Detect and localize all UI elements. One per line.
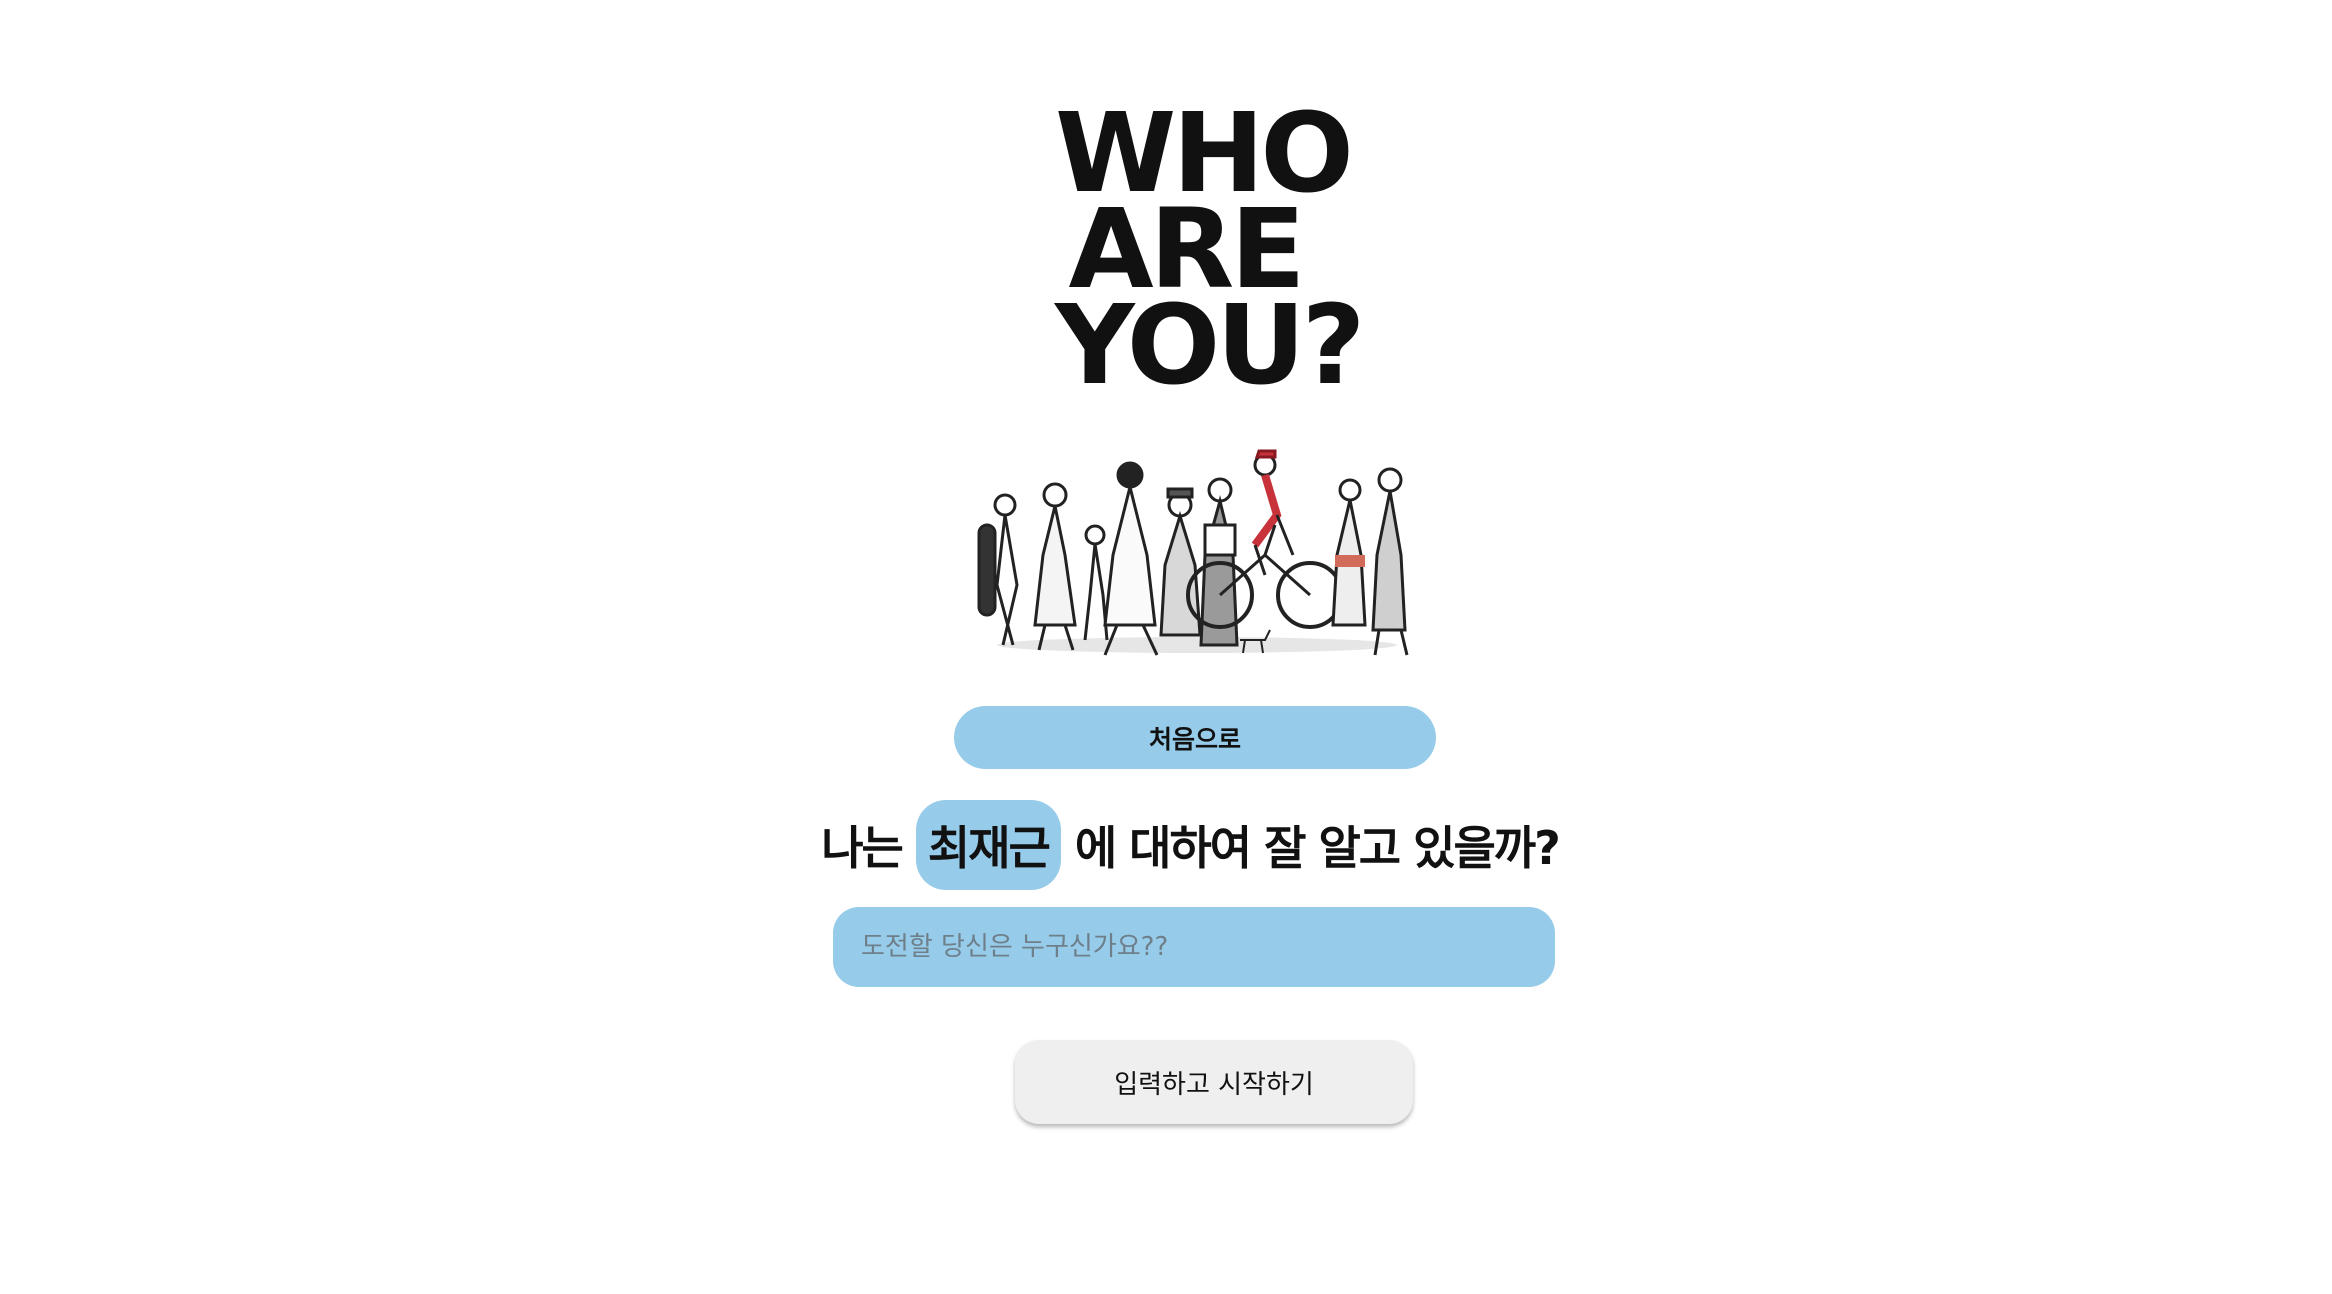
subject-name-badge: 최재근 <box>915 800 1061 890</box>
home-button[interactable]: 처음으로 <box>954 706 1436 769</box>
start-button[interactable]: 입력하고 시작하기 <box>1015 1040 1413 1124</box>
question-heading: 나는 최재근 에 대하여 잘 알고 있을까? <box>800 800 1580 890</box>
hero-title: WHO ARE YOU? <box>1055 89 1365 409</box>
question-prefix: 나는 <box>821 821 904 875</box>
page: WHO ARE YOU? 처음으로 나는 최재근 에 대하여 잘 알고 있을까?… <box>0 0 2332 1294</box>
question-suffix: 에 대하여 잘 알고 있을까? <box>1074 821 1561 875</box>
challenger-name-input[interactable] <box>833 907 1555 987</box>
hero-illustration: WHO ARE YOU? <box>965 85 1430 690</box>
